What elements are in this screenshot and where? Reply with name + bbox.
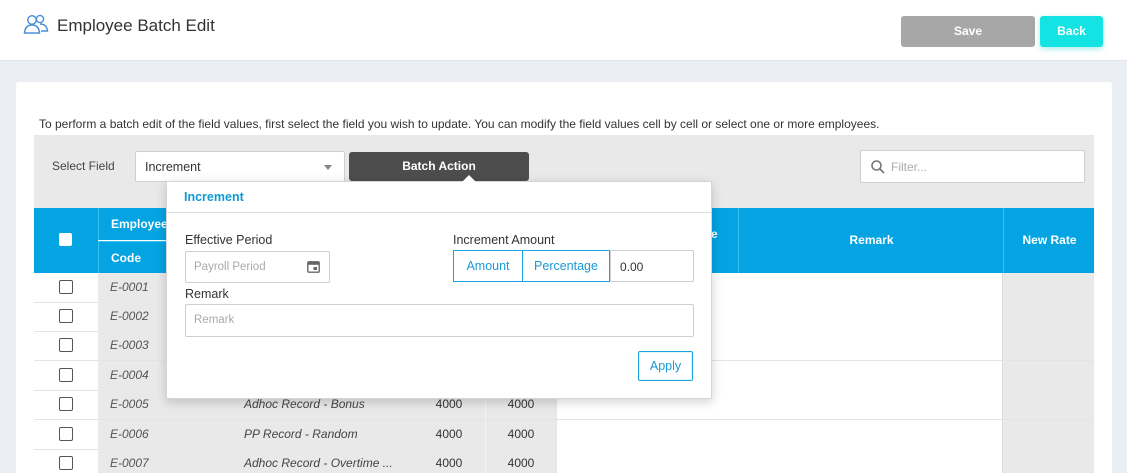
value-cell-1[interactable]: 4000 [413, 449, 485, 473]
apply-button[interactable]: Apply [638, 351, 693, 381]
search-icon [871, 160, 885, 174]
select-field-label: Select Field [52, 159, 115, 173]
new-rate-cell[interactable] [1002, 302, 1094, 331]
new-rate-cell[interactable] [1002, 331, 1094, 360]
employee-name[interactable]: PP Record - Random [233, 420, 413, 449]
filter-input[interactable] [891, 158, 1076, 176]
employee-code: E-0006 [98, 420, 233, 449]
page-title: Employee Batch Edit [57, 16, 215, 35]
value-cell-1[interactable]: 4000 [413, 420, 485, 449]
code-header: Code [98, 241, 168, 273]
new-rate-cell[interactable] [1002, 449, 1094, 473]
new-rate-header[interactable]: New Rate [1003, 208, 1094, 273]
remark-header[interactable]: Remark [738, 208, 1003, 273]
popover-title: Increment [184, 190, 244, 204]
new-rate-cell[interactable] [1002, 361, 1094, 390]
calendar-icon[interactable] [307, 260, 320, 273]
save-button[interactable]: Save [901, 16, 1035, 47]
value-cell-2[interactable]: 4000 [485, 449, 556, 473]
select-all-checkbox[interactable] [59, 233, 72, 246]
filter-field[interactable] [860, 150, 1085, 183]
code-header-label: Code [111, 251, 141, 265]
row-checkbox[interactable] [59, 427, 73, 441]
chevron-down-icon [324, 165, 332, 170]
employee-code: E-0007 [98, 449, 233, 473]
remark-header-label: Remark [849, 233, 894, 247]
batch-action-button[interactable]: Batch Action [349, 152, 529, 181]
new-rate-cell[interactable] [1002, 273, 1094, 302]
hidden-column-header: e [711, 208, 738, 273]
hidden-column-header-label: e [711, 227, 718, 241]
users-icon [23, 14, 49, 34]
top-bar: Employee Batch Edit Save Back [0, 0, 1127, 61]
value-cell-2[interactable]: 4000 [485, 420, 556, 449]
back-button[interactable]: Back [1040, 16, 1103, 47]
new-rate-cell[interactable] [1002, 390, 1094, 419]
remark-cell[interactable] [556, 420, 1002, 449]
employee-header: Employee [98, 208, 168, 240]
row-checkbox[interactable] [59, 368, 73, 382]
row-checkbox[interactable] [59, 338, 73, 352]
payroll-period-field[interactable]: Payroll Period [185, 251, 330, 283]
remark-placeholder: Remark [194, 314, 235, 326]
popover-arrow [462, 175, 476, 182]
employee-header-label: Employee [111, 217, 168, 231]
table-row[interactable]: E-0007 Adhoc Record - Overtime ... 4000 … [34, 449, 1094, 473]
row-checkbox[interactable] [59, 309, 73, 323]
remark-cell[interactable] [556, 449, 1002, 473]
row-checkbox[interactable] [59, 280, 73, 294]
popover-divider [167, 212, 711, 213]
select-all-header [34, 208, 98, 273]
select-field-dropdown[interactable]: Increment [135, 151, 345, 182]
table-row[interactable]: E-0006 PP Record - Random 4000 4000 [34, 420, 1094, 450]
select-field-value: Increment [145, 160, 201, 174]
amount-value-field[interactable]: 0.00 [610, 250, 694, 282]
employee-name[interactable]: Adhoc Record - Overtime ... [233, 449, 413, 473]
increment-amount-label: Increment Amount [453, 233, 555, 247]
row-checkbox[interactable] [59, 397, 73, 411]
increment-popover: Increment Effective Period Payroll Perio… [166, 175, 712, 399]
amount-toggle[interactable]: Amount [453, 250, 523, 282]
new-rate-cell[interactable] [1002, 420, 1094, 449]
row-checkbox[interactable] [59, 456, 73, 470]
amount-value: 0.00 [620, 260, 644, 274]
percentage-toggle[interactable]: Percentage [522, 250, 610, 282]
effective-period-label: Effective Period [185, 233, 273, 247]
remark-label: Remark [185, 287, 229, 301]
remark-field[interactable]: Remark [185, 304, 694, 337]
new-rate-header-label: New Rate [1022, 233, 1077, 247]
payroll-period-placeholder: Payroll Period [194, 261, 266, 273]
instructions-text: To perform a batch edit of the field val… [39, 117, 880, 131]
